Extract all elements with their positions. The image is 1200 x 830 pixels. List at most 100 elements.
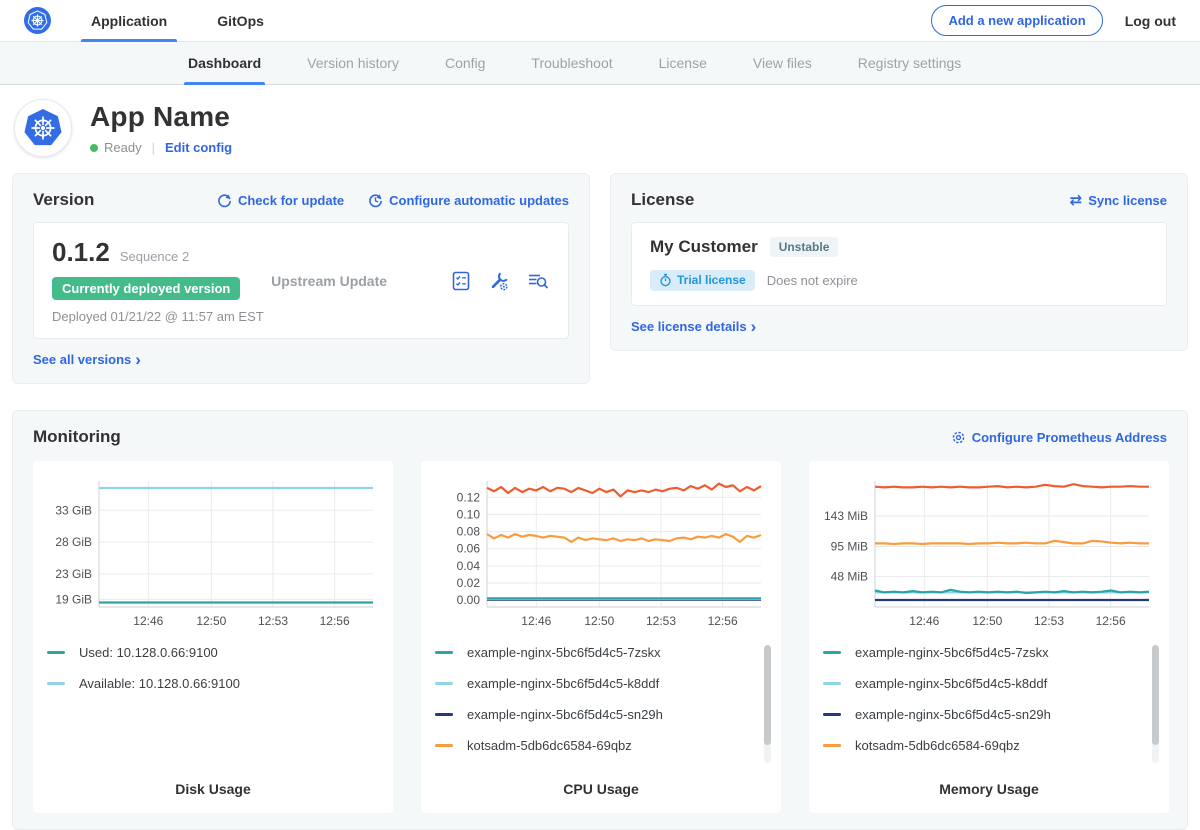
monitoring-title: Monitoring: [33, 427, 121, 447]
topnav-tabs: Application GitOps: [87, 0, 310, 41]
legend-color-dash: [435, 651, 453, 654]
y-axis-tick: 143 MiB: [824, 509, 868, 523]
x-axis-tick: 12:53: [1034, 614, 1064, 628]
deployed-version-badge: Currently deployed version: [52, 277, 240, 300]
brand-logo[interactable]: [24, 0, 51, 41]
legend-label: example-nginx-5bc6f5d4c5-sn29h: [467, 707, 663, 722]
see-license-details-link[interactable]: See license details›: [631, 319, 1167, 334]
legend-scrollbar-thumb[interactable]: [1152, 645, 1159, 745]
see-all-versions-link[interactable]: See all versions›: [33, 352, 569, 367]
refresh-icon: [217, 193, 232, 208]
legend-color-dash: [435, 713, 453, 716]
version-source: Upstream Update: [271, 273, 450, 289]
series-line: [875, 484, 1149, 487]
tab-dashboard[interactable]: Dashboard: [188, 42, 261, 84]
legend-label: Available: 10.128.0.66:9100: [79, 676, 240, 691]
divider: |: [152, 140, 155, 155]
series-line: [487, 534, 761, 542]
legend-item: kotsadm-5db6dc6584-69qbz: [435, 738, 751, 753]
topnav-tab-gitops[interactable]: GitOps: [213, 0, 268, 41]
legend-scrollbar-thumb[interactable]: [764, 645, 771, 745]
disk-usage-legend: Used: 10.128.0.66:9100 Available: 10.128.…: [47, 645, 379, 707]
legend-item: Available: 10.128.0.66:9100: [47, 676, 363, 691]
legend-color-dash: [823, 713, 841, 716]
x-axis-tick: 12:50: [196, 614, 226, 628]
license-card: License ⇄ Sync license My Customer Unsta…: [610, 173, 1188, 351]
y-axis-tick: 48 MiB: [831, 569, 868, 583]
add-new-application-button[interactable]: Add a new application: [931, 5, 1102, 36]
y-axis-tick: 0.10: [457, 507, 481, 521]
y-axis-tick: 19 GiB: [55, 592, 92, 606]
series-line: [487, 484, 761, 497]
legend-color-dash: [47, 651, 65, 654]
trial-license-badge: Trial license: [650, 270, 755, 291]
channel-badge: Unstable: [770, 237, 839, 257]
deployed-timestamp: Deployed 01/21/22 @ 11:57 am EST: [52, 309, 271, 324]
memory-usage-chart-card: 143 MiB95 MiB48 MiB12:4612:5012:5312:56 …: [809, 461, 1169, 813]
memory-usage-legend: example-nginx-5bc6f5d4c5-7zskx example-ng…: [823, 645, 1155, 769]
logout-button[interactable]: Log out: [1125, 13, 1176, 29]
tab-troubleshoot[interactable]: Troubleshoot: [531, 42, 612, 84]
sync-arrows-icon: ⇄: [1070, 191, 1083, 209]
x-axis-tick: 12:53: [258, 614, 288, 628]
cpu-usage-chart-card: 0.120.100.080.060.040.020.0012:4612:5012…: [421, 461, 781, 813]
topnav-tab-application[interactable]: Application: [87, 0, 171, 41]
kubernetes-app-icon: [23, 108, 63, 148]
series-line: [875, 541, 1149, 544]
tab-license[interactable]: License: [659, 42, 707, 84]
dashboard-content: Version Check for update: [0, 173, 1200, 830]
legend-label: example-nginx-5bc6f5d4c5-7zskx: [855, 645, 1049, 660]
legend-label: kotsadm-5db6dc6584-69qbz: [467, 738, 632, 753]
configure-prometheus-link[interactable]: Configure Prometheus Address: [951, 430, 1167, 445]
disk-usage-chart: 33 GiB28 GiB23 GiB19 GiB12:4612:5012:531…: [47, 473, 379, 631]
deploy-logs-icon[interactable]: [526, 270, 550, 292]
legend-item: example-nginx-5bc6f5d4c5-k8ddf: [823, 676, 1139, 691]
legend-color-dash: [435, 682, 453, 685]
version-number: 0.1.2: [52, 237, 110, 268]
version-sequence: Sequence 2: [120, 249, 189, 264]
legend-color-dash: [435, 744, 453, 747]
clock-refresh-icon: [368, 193, 383, 208]
y-axis-tick: 0.06: [457, 542, 481, 556]
tab-version-history[interactable]: Version history: [307, 42, 399, 84]
stopwatch-icon: [659, 273, 672, 287]
tab-registry-settings[interactable]: Registry settings: [858, 42, 961, 84]
x-axis-tick: 12:50: [584, 614, 614, 628]
y-axis-tick: 33 GiB: [55, 503, 92, 517]
customer-name: My Customer: [650, 237, 758, 257]
legend-label: example-nginx-5bc6f5d4c5-sn29h: [855, 707, 1051, 722]
legend-item: kotsadm-5db6dc6584-69qbz: [823, 738, 1139, 753]
configure-automatic-updates-link[interactable]: Configure automatic updates: [368, 193, 569, 208]
kubernetes-logo-icon: [24, 7, 51, 34]
x-axis-tick: 12:53: [646, 614, 676, 628]
sync-license-link[interactable]: ⇄ Sync license: [1070, 191, 1167, 209]
legend-label: example-nginx-5bc6f5d4c5-k8ddf: [467, 676, 659, 691]
edit-config-link[interactable]: Edit config: [165, 140, 232, 155]
memory-usage-chart: 143 MiB95 MiB48 MiB12:4612:5012:5312:56: [823, 473, 1155, 631]
tab-view-files[interactable]: View files: [753, 42, 812, 84]
legend-label: kotsadm-5db6dc6584-69qbz: [855, 738, 1020, 753]
y-axis-tick: 0.00: [457, 593, 481, 607]
y-axis-tick: 0.02: [457, 576, 481, 590]
app-header: App Name Ready | Edit config: [0, 85, 1200, 173]
ready-status-dot: [90, 144, 98, 152]
x-axis-tick: 12:46: [909, 614, 939, 628]
disk-usage-chart-card: 33 GiB28 GiB23 GiB19 GiB12:4612:5012:531…: [33, 461, 393, 813]
x-axis-tick: 12:56: [708, 614, 738, 628]
app-sub-nav: Dashboard Version history Config Trouble…: [0, 42, 1200, 85]
preflight-checklist-icon[interactable]: [450, 270, 472, 292]
x-axis-tick: 12:46: [133, 614, 163, 628]
topnav-right: Add a new application Log out: [931, 0, 1176, 41]
check-for-update-link[interactable]: Check for update: [217, 193, 344, 208]
monitoring-card: Monitoring Configure Prometheus Address …: [12, 410, 1188, 830]
chart-title-disk: Disk Usage: [47, 773, 379, 813]
tab-config[interactable]: Config: [445, 42, 485, 84]
legend-item: example-nginx-5bc6f5d4c5-k8ddf: [435, 676, 751, 691]
license-expiry: Does not expire: [767, 273, 858, 288]
legend-item: example-nginx-5bc6f5d4c5-sn29h: [435, 707, 751, 722]
config-wrench-icon[interactable]: [488, 270, 510, 292]
x-axis-tick: 12:50: [972, 614, 1002, 628]
legend-item: example-nginx-5bc6f5d4c5-7zskx: [435, 645, 751, 660]
legend-label: Used: 10.128.0.66:9100: [79, 645, 218, 660]
y-axis-tick: 95 MiB: [831, 540, 868, 554]
